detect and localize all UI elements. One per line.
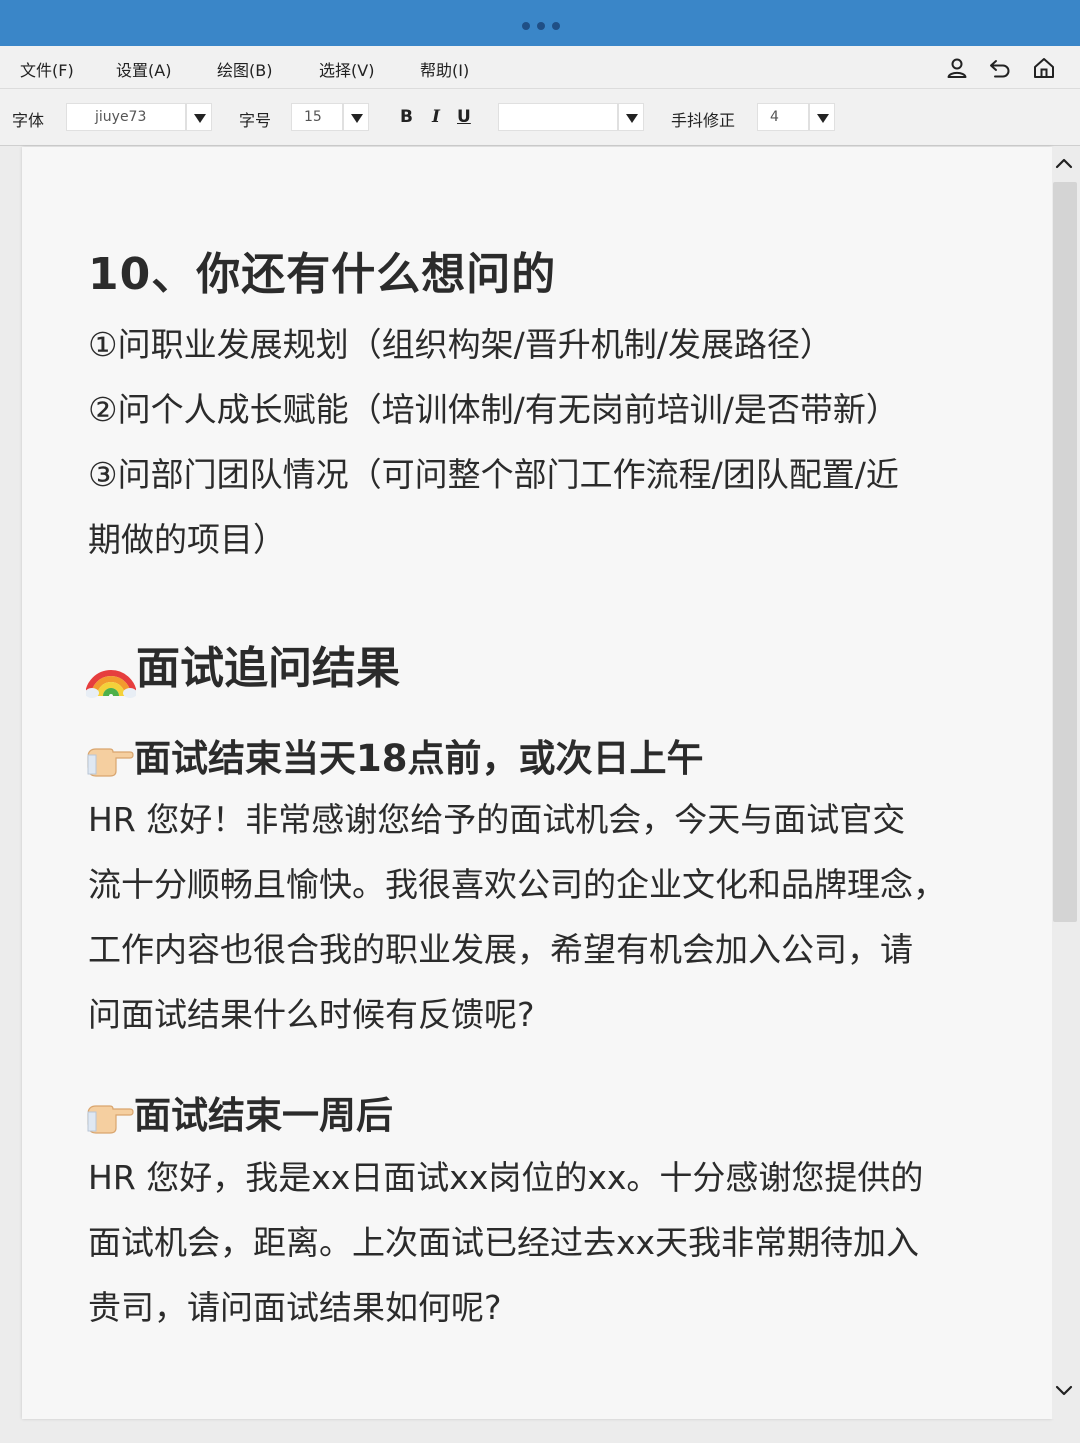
font-select[interactable]: jiuye73 [66,103,186,131]
undo-icon[interactable] [988,56,1012,80]
paragraph-line: 面试机会，距离。上次面试已经过去xx天我非常期待加入 [88,1223,920,1262]
menu-bar: 文件(F) 设置(A) 绘图(B) 选择(V) 帮助(I) [0,46,1080,89]
pointing-hand-icon [87,1104,134,1134]
paragraph-line: HR 您好，我是xx日面试xx岗位的xx。十分感谢您提供的 [88,1158,924,1197]
size-select[interactable]: 15 [291,103,343,131]
list-item: ①问职业发展规划（组织构架/晋升机制/发展路径） [88,325,833,364]
font-label: 字体 [12,111,45,130]
user-icon[interactable] [945,56,969,80]
section-title: 面试追问结果 [86,632,400,698]
size-dropdown-arrow-icon[interactable] [343,103,369,131]
list-item: ②问个人成长赋能（培训体制/有无岗前培训/是否带新） [88,390,899,429]
subsection-title-1: 面试结束当天18点前，或次日上午 [86,728,704,782]
underline-button[interactable]: U [457,107,471,127]
paragraph-line: 工作内容也很合我的职业发展，希望有机会加入公司，请 [88,930,913,969]
menu-select[interactable]: 选择(V) [319,57,374,81]
italic-button[interactable]: I [432,107,440,127]
paragraph-line: 问面试结果什么时候有反馈呢? [88,995,535,1034]
scroll-up-icon[interactable] [1054,154,1074,174]
menu-file[interactable]: 文件(F) [20,57,74,81]
format-toolbar: 字体 jiuye73 字号 15 B I U 手抖修正 4 [0,89,1080,146]
subsection-title-1-text: 面试结束当天18点前，或次日上午 [134,737,704,780]
bold-button[interactable]: B [400,107,413,127]
title-bar [0,0,1080,46]
list-item: ③问部门团队情况（可问整个部门工作流程/团队配置/近 [88,455,899,494]
window-dots[interactable] [522,22,560,30]
home-icon[interactable] [1032,56,1056,80]
paragraph-line: HR 您好！非常感谢您给予的面试机会，今天与面试官交 [88,800,906,839]
jitter-select[interactable]: 4 [757,103,809,131]
jitter-dropdown-arrow-icon[interactable] [809,103,835,131]
list-item: 期做的项目） [88,520,286,559]
menu-help[interactable]: 帮助(I) [420,57,469,81]
size-label: 字号 [239,111,272,130]
pointing-hand-icon [87,747,134,777]
paragraph-line: 流十分顺畅且愉快。我很喜欢公司的企业文化和品牌理念， [88,865,946,904]
color-dropdown-arrow-icon[interactable] [618,103,644,131]
subsection-title-2-text: 面试结束一周后 [134,1094,393,1137]
scrollbar-thumb[interactable] [1053,182,1077,922]
color-select[interactable] [498,103,618,131]
jitter-label: 手抖修正 [671,111,736,130]
menu-draw[interactable]: 绘图(B) [217,57,272,81]
paragraph-line: 贵司，请问面试结果如何呢? [88,1288,502,1327]
subsection-title-2: 面试结束一周后 [86,1085,393,1139]
font-dropdown-arrow-icon[interactable] [186,103,212,131]
menu-settings[interactable]: 设置(A) [116,57,171,81]
section-title-text: 面试追问结果 [136,643,400,694]
rainbow-icon [86,670,136,698]
scroll-down-icon[interactable] [1054,1380,1074,1400]
document-heading: 10、你还有什么想问的 [88,249,557,300]
